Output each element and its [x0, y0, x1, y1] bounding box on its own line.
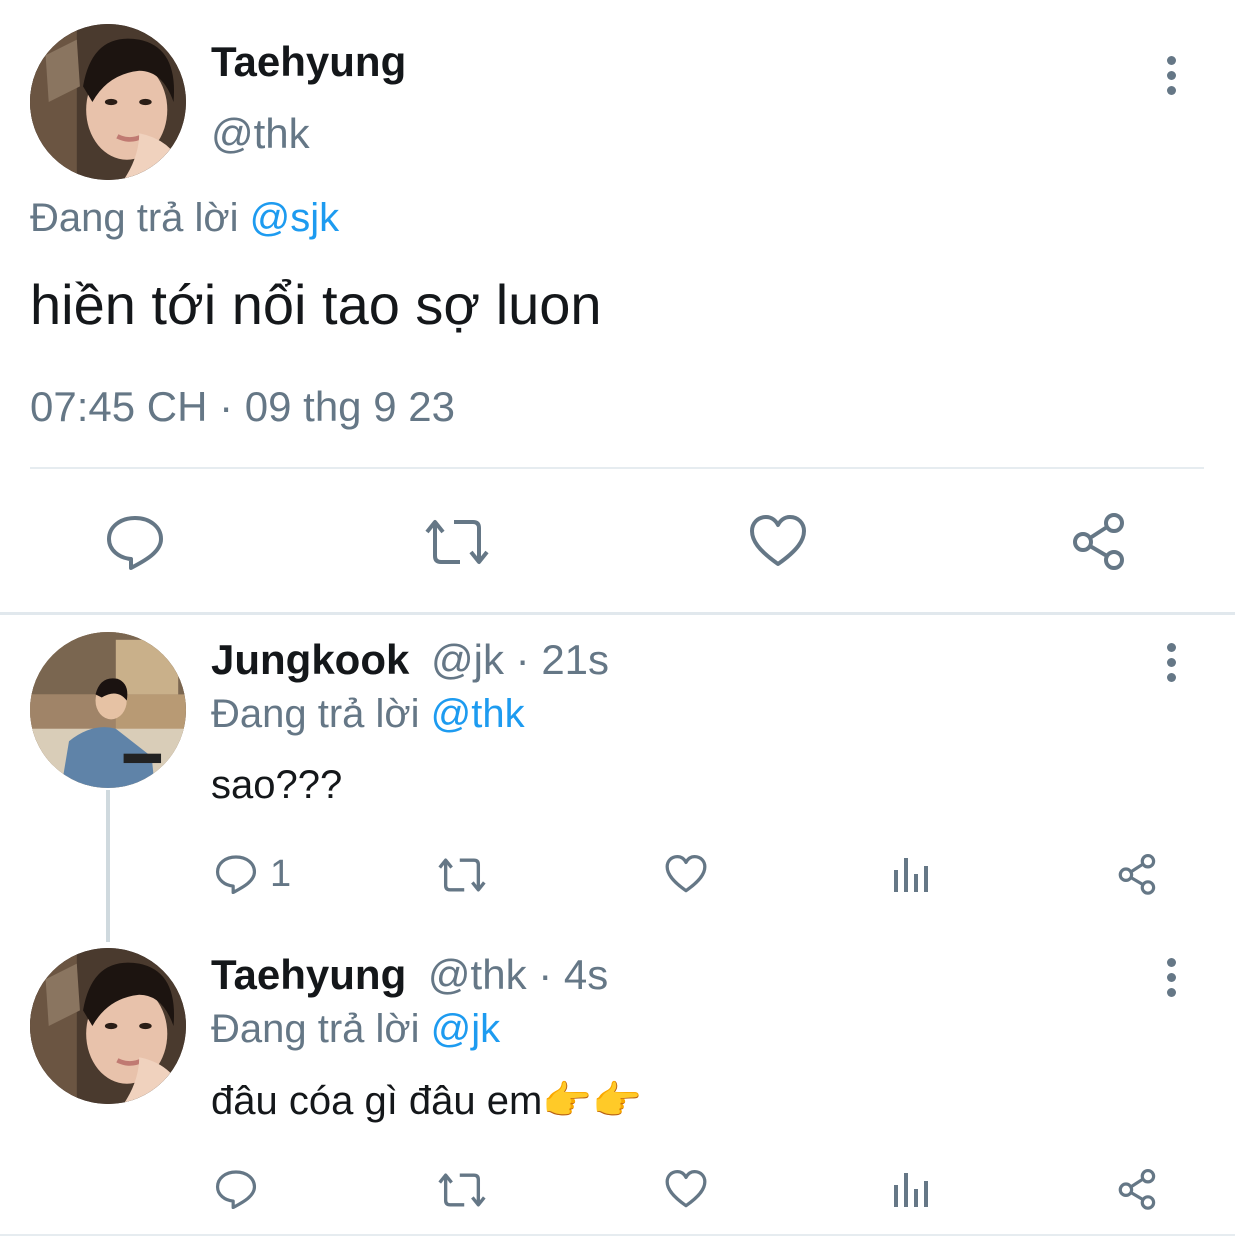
retweet-icon[interactable] [436, 1169, 488, 1211]
author-meta[interactable]: @jk · 21s [431, 636, 609, 683]
reply-to-link[interactable]: @sjk [250, 196, 340, 240]
reply-to-link[interactable]: @thk [431, 692, 525, 736]
reply-prefix: Đang trả lời [211, 1007, 420, 1051]
comment-icon[interactable] [104, 512, 166, 572]
retweet-icon[interactable] [436, 854, 488, 896]
author-meta[interactable]: @thk · 4s [428, 951, 608, 998]
share-icon[interactable] [1116, 1167, 1160, 1211]
profile-photo [30, 24, 186, 180]
reply-context: Đang trả lời @thk [211, 692, 525, 737]
reply-prefix: Đang trả lời [211, 692, 420, 736]
reply-count: 1 [270, 853, 292, 895]
author-handle[interactable]: @thk [211, 110, 310, 158]
profile-photo [30, 948, 186, 1104]
more-vertical-icon[interactable] [1165, 958, 1177, 1003]
author-name[interactable]: Taehyung [211, 38, 406, 86]
section-divider [0, 612, 1235, 615]
reply-header: Jungkook @jk · 21s [211, 636, 609, 684]
avatar[interactable] [30, 948, 186, 1104]
avatar[interactable] [30, 24, 186, 180]
tweet-text: đâu cóa gì đâu em [211, 1079, 543, 1123]
reply-context: Đang trả lời @jk [211, 1007, 500, 1052]
share-icon[interactable] [1116, 852, 1160, 896]
profile-photo [30, 632, 186, 788]
tweet-text-row: đâu cóa gì đâu em👉👉 [211, 1077, 642, 1124]
bottom-divider [0, 1234, 1235, 1236]
analytics-icon[interactable] [892, 856, 932, 894]
comment-icon[interactable] [214, 852, 258, 896]
tweet-text: hiền tới nổi tao sợ luon [30, 273, 602, 336]
more-vertical-icon[interactable] [1165, 643, 1177, 688]
comment-icon[interactable] [214, 1167, 258, 1211]
thread-line [106, 790, 110, 942]
heart-icon[interactable] [748, 512, 808, 570]
divider [30, 467, 1204, 469]
reply-context: Đang trả lời @sjk [30, 196, 339, 241]
heart-icon[interactable] [664, 853, 708, 895]
author-name[interactable]: Taehyung [211, 951, 406, 998]
heart-icon[interactable] [664, 1168, 708, 1210]
avatar[interactable] [30, 632, 186, 788]
reply-prefix: Đang trả lời [30, 196, 239, 240]
tweet-text: sao??? [211, 763, 343, 807]
author-name[interactable]: Jungkook [211, 636, 409, 683]
reply-header: Taehyung @thk · 4s [211, 951, 608, 999]
tweet-timestamp[interactable]: 07:45 CH · 09 thg 9 23 [30, 383, 455, 431]
analytics-icon[interactable] [892, 1171, 932, 1209]
reply-to-link[interactable]: @jk [431, 1007, 501, 1051]
share-icon[interactable] [1070, 510, 1130, 572]
more-vertical-icon[interactable] [1165, 56, 1177, 101]
retweet-icon[interactable] [422, 514, 492, 570]
pointing-emoji: 👉👉 [542, 1079, 642, 1123]
